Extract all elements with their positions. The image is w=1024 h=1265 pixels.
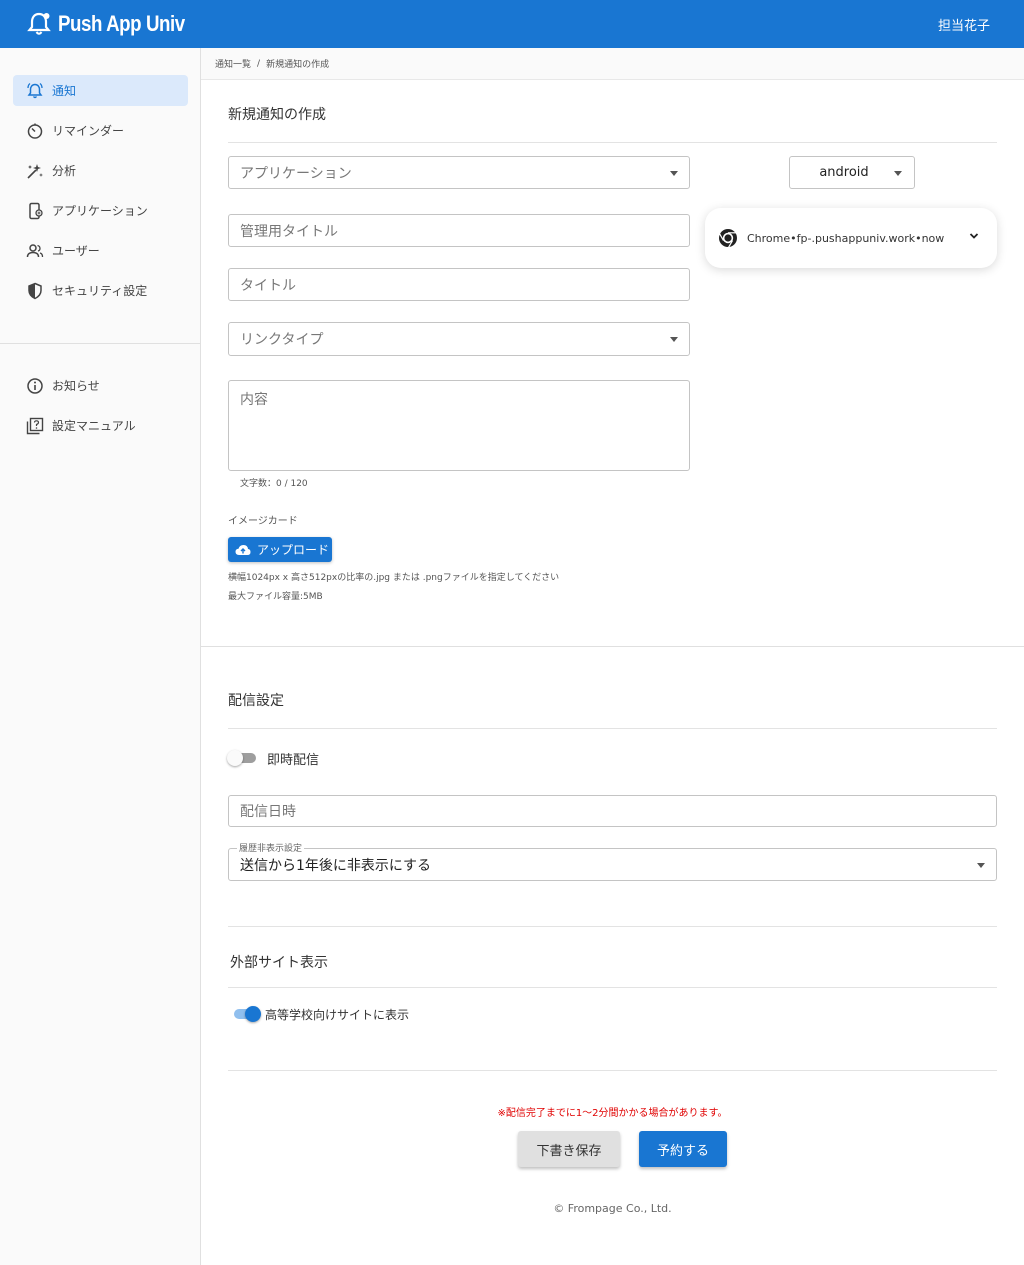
delivery-bottom-divider	[228, 926, 997, 927]
application-select[interactable]: アプリケーション	[228, 156, 690, 189]
phone-icon	[25, 201, 45, 221]
cloud-upload-icon	[235, 544, 251, 555]
delivery-datetime-placeholder: 配信日時	[240, 804, 296, 820]
history-hide-select[interactable]: 送信から1年後に非表示にする	[228, 848, 997, 881]
app-header: Push App Univ 担当花子	[0, 0, 1024, 48]
actions-divider	[228, 1070, 997, 1071]
sparkle-icon	[25, 161, 45, 181]
image-card-label: イメージカード	[228, 516, 298, 527]
sidebar-item-manual[interactable]: 設定マニュアル	[13, 410, 188, 441]
content-placeholder: 内容	[240, 392, 268, 408]
platform-select[interactable]: android	[789, 156, 915, 189]
caret-down-icon	[894, 170, 902, 176]
title-input[interactable]: タイトル	[228, 268, 690, 301]
sidebar: 通知 リマインダー 分析 アプリケーション ユーザー セキュリティ設定 お知らせ…	[0, 48, 201, 1265]
bell-logo-icon	[26, 11, 52, 37]
section-divider	[201, 646, 1024, 647]
caret-down-icon	[670, 337, 678, 342]
image-hint: 横幅1024px x 高さ512pxの比率の.jpg または .pngファイルを…	[228, 573, 560, 583]
delivery-datetime-input[interactable]: 配信日時	[228, 795, 997, 827]
sidebar-item-notifications[interactable]: 通知	[13, 75, 188, 106]
sidebar-item-label: ユーザー	[52, 244, 100, 258]
admin-title-input[interactable]: 管理用タイトル	[228, 214, 690, 247]
external-site-title: 外部サイト表示	[230, 955, 328, 971]
title-placeholder: タイトル	[240, 277, 296, 294]
sidebar-item-label: セキュリティ設定	[52, 284, 148, 298]
sidebar-item-analytics[interactable]: 分析	[13, 155, 188, 186]
upload-button[interactable]: アップロード	[228, 537, 332, 562]
sidebar-item-label: 設定マニュアル	[52, 419, 136, 433]
external-divider	[228, 987, 997, 988]
footer-copyright: © Frompage Co., Ltd.	[553, 1202, 672, 1215]
history-hide-label: 履歴非表示設定	[237, 841, 305, 854]
toggle-thumb	[227, 750, 243, 766]
sidebar-item-users[interactable]: ユーザー	[13, 235, 188, 266]
max-file-size: 最大ファイル容量:5MB	[228, 592, 323, 602]
sidebar-item-reminders[interactable]: リマインダー	[13, 115, 188, 146]
notification-preview-card[interactable]: Chrome•fp-.pushappuniv.work•now	[705, 208, 997, 268]
delivery-divider	[228, 728, 997, 729]
link-type-placeholder: リンクタイプ	[240, 332, 324, 348]
page-title: 新規通知の作成	[228, 107, 326, 123]
info-icon	[25, 376, 45, 396]
link-type-select[interactable]: リンクタイプ	[228, 322, 690, 356]
delivery-settings-title: 配信設定	[228, 693, 284, 709]
immediate-delivery-toggle[interactable]	[227, 749, 257, 767]
shield-icon	[25, 281, 45, 301]
application-select-placeholder: アプリケーション	[240, 165, 352, 182]
caret-down-icon	[977, 862, 985, 868]
timer-icon	[25, 121, 45, 141]
platform-select-value: android	[819, 165, 869, 180]
content-textarea[interactable]: 内容	[228, 380, 690, 471]
preview-text: Chrome•fp-.pushappuniv.work•now	[747, 231, 945, 245]
app-logo[interactable]: Push App Univ	[26, 11, 207, 37]
breadcrumb-current: 新規通知の作成	[266, 60, 330, 70]
sidebar-item-label: アプリケーション	[52, 204, 148, 218]
breadcrumb-parent-link[interactable]: 通知一覧	[215, 57, 251, 70]
sidebar-item-applications[interactable]: アプリケーション	[13, 195, 188, 226]
user-name[interactable]: 担当花子	[938, 15, 990, 34]
sidebar-divider	[0, 343, 200, 344]
save-draft-button[interactable]: 下書き保存	[518, 1131, 620, 1167]
users-icon	[25, 241, 45, 261]
app-name: Push App Univ	[58, 11, 185, 36]
high-school-site-label: 高等学校向けサイトに表示	[265, 1008, 410, 1022]
toggle-thumb	[245, 1006, 261, 1022]
breadcrumb: 通知一覧 / 新規通知の作成	[201, 48, 1024, 80]
immediate-delivery-label: 即時配信	[267, 753, 320, 768]
sidebar-item-news[interactable]: お知らせ	[13, 370, 188, 401]
admin-title-placeholder: 管理用タイトル	[240, 223, 338, 240]
high-school-site-toggle[interactable]	[231, 1005, 261, 1023]
sidebar-item-label: リマインダー	[52, 124, 125, 138]
title-divider	[228, 142, 997, 143]
history-hide-value: 送信から1年後に非表示にする	[240, 857, 432, 874]
breadcrumb-separator: /	[257, 58, 261, 69]
bell-icon	[25, 81, 45, 101]
sidebar-item-label: 分析	[52, 164, 77, 178]
chevron-down-icon[interactable]	[969, 230, 979, 243]
char-count: 文字数：0 / 120	[240, 479, 308, 489]
upload-button-label: アップロード	[257, 543, 330, 557]
caret-down-icon	[670, 170, 678, 176]
sidebar-item-security[interactable]: セキュリティ設定	[13, 275, 188, 306]
reserve-button[interactable]: 予約する	[639, 1131, 727, 1167]
delivery-notice: ※配信完了までに1～2分間かかる場合があります。	[497, 1108, 728, 1119]
sidebar-item-label: 通知	[52, 84, 77, 98]
help-book-icon	[25, 416, 45, 436]
chrome-icon	[718, 228, 738, 249]
sidebar-item-label: お知らせ	[52, 379, 100, 393]
